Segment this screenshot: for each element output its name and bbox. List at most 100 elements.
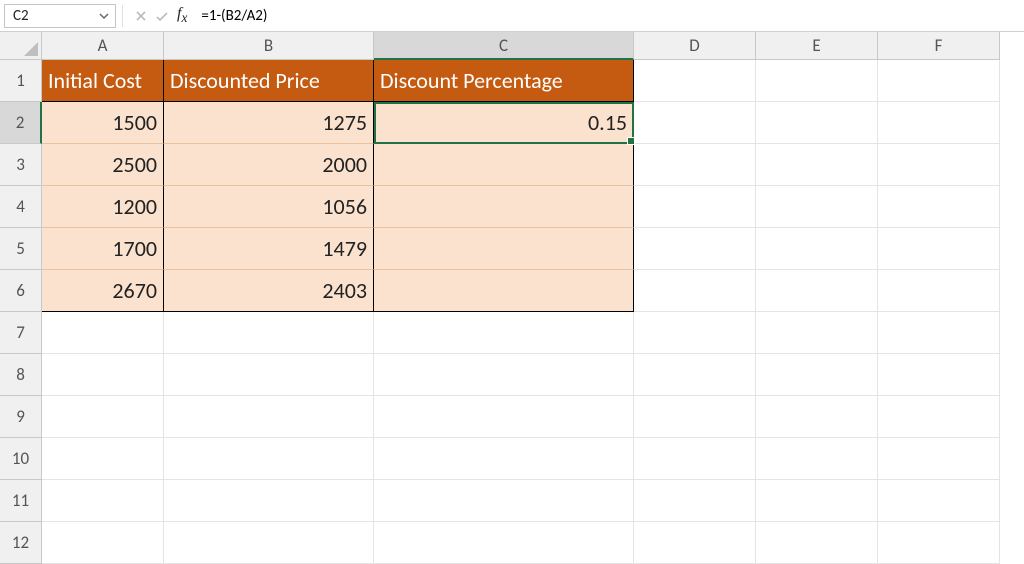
cell-E6[interactable] xyxy=(756,270,878,312)
cell-E5[interactable] xyxy=(756,228,878,270)
row-header-9[interactable]: 9 xyxy=(0,396,42,438)
select-all-icon xyxy=(24,42,38,56)
cell-A2[interactable]: 1500 xyxy=(42,102,164,144)
row-header-5[interactable]: 5 xyxy=(0,228,42,270)
cell-D6[interactable] xyxy=(634,270,756,312)
cell-F7[interactable] xyxy=(878,312,1000,354)
col-header-C[interactable]: C xyxy=(374,32,634,60)
cell-A6[interactable]: 2670 xyxy=(42,270,164,312)
cell-D5[interactable] xyxy=(634,228,756,270)
cell-E12[interactable] xyxy=(756,522,878,564)
cell-C10[interactable] xyxy=(374,438,634,480)
cell-F6[interactable] xyxy=(878,270,1000,312)
cell-C3[interactable] xyxy=(374,144,634,186)
row-header-2[interactable]: 2 xyxy=(0,102,42,144)
cell-B8[interactable] xyxy=(164,354,374,396)
cell-B2[interactable]: 1275 xyxy=(164,102,374,144)
name-box-value: C2 xyxy=(13,7,29,25)
cell-C8[interactable] xyxy=(374,354,634,396)
row-header-6[interactable]: 6 xyxy=(0,270,42,312)
cell-E10[interactable] xyxy=(756,438,878,480)
name-box[interactable]: C2 xyxy=(4,4,116,28)
cell-B6[interactable]: 2403 xyxy=(164,270,374,312)
cell-F11[interactable] xyxy=(878,480,1000,522)
cell-B1[interactable]: Discounted Price xyxy=(164,60,374,102)
cell-A7[interactable] xyxy=(42,312,164,354)
row-header-1[interactable]: 1 xyxy=(0,60,42,102)
cell-D9[interactable] xyxy=(634,396,756,438)
cell-C1[interactable]: Discount Percentage xyxy=(374,60,634,102)
cell-F1[interactable] xyxy=(878,60,1000,102)
cell-B3[interactable]: 2000 xyxy=(164,144,374,186)
cell-B4[interactable]: 1056 xyxy=(164,186,374,228)
cell-D8[interactable] xyxy=(634,354,756,396)
cell-F2[interactable] xyxy=(878,102,1000,144)
cell-D11[interactable] xyxy=(634,480,756,522)
row-header-12[interactable]: 12 xyxy=(0,522,42,564)
cell-E9[interactable] xyxy=(756,396,878,438)
cell-B7[interactable] xyxy=(164,312,374,354)
cell-C7[interactable] xyxy=(374,312,634,354)
row-header-7[interactable]: 7 xyxy=(0,312,42,354)
cell-E7[interactable] xyxy=(756,312,878,354)
cell-B9[interactable] xyxy=(164,396,374,438)
spreadsheet-grid[interactable]: A B C D E F 1 Initial Cost Discounted Pr… xyxy=(0,32,1024,564)
cell-F12[interactable] xyxy=(878,522,1000,564)
row-header-10[interactable]: 10 xyxy=(0,438,42,480)
cell-F5[interactable] xyxy=(878,228,1000,270)
cell-C4[interactable] xyxy=(374,186,634,228)
cell-C6[interactable] xyxy=(374,270,634,312)
row-header-8[interactable]: 8 xyxy=(0,354,42,396)
row-header-11[interactable]: 11 xyxy=(0,480,42,522)
cell-D3[interactable] xyxy=(634,144,756,186)
col-header-A[interactable]: A xyxy=(42,32,164,60)
chevron-down-icon xyxy=(99,11,109,21)
cell-E3[interactable] xyxy=(756,144,878,186)
cell-F8[interactable] xyxy=(878,354,1000,396)
cell-A5[interactable]: 1700 xyxy=(42,228,164,270)
enter-icon[interactable] xyxy=(155,10,169,22)
cell-A8[interactable] xyxy=(42,354,164,396)
formula-input[interactable] xyxy=(193,4,1020,28)
fx-icon[interactable]: fx xyxy=(177,5,187,26)
cell-A11[interactable] xyxy=(42,480,164,522)
cell-A3[interactable]: 2500 xyxy=(42,144,164,186)
cell-C12[interactable] xyxy=(374,522,634,564)
cell-D2[interactable] xyxy=(634,102,756,144)
cell-E4[interactable] xyxy=(756,186,878,228)
cell-C2[interactable]: 0.15 xyxy=(374,102,634,144)
row-header-4[interactable]: 4 xyxy=(0,186,42,228)
col-header-B[interactable]: B xyxy=(164,32,374,60)
cell-B12[interactable] xyxy=(164,522,374,564)
cell-E11[interactable] xyxy=(756,480,878,522)
cancel-icon[interactable] xyxy=(135,10,147,22)
cell-A9[interactable] xyxy=(42,396,164,438)
cell-A4[interactable]: 1200 xyxy=(42,186,164,228)
cell-D10[interactable] xyxy=(634,438,756,480)
cell-D4[interactable] xyxy=(634,186,756,228)
cell-D12[interactable] xyxy=(634,522,756,564)
cell-E2[interactable] xyxy=(756,102,878,144)
select-all-corner[interactable] xyxy=(0,32,42,60)
cell-F9[interactable] xyxy=(878,396,1000,438)
cell-D1[interactable] xyxy=(634,60,756,102)
cell-B11[interactable] xyxy=(164,480,374,522)
col-header-D[interactable]: D xyxy=(634,32,756,60)
cell-B5[interactable]: 1479 xyxy=(164,228,374,270)
cell-E1[interactable] xyxy=(756,60,878,102)
row-header-3[interactable]: 3 xyxy=(0,144,42,186)
cell-A10[interactable] xyxy=(42,438,164,480)
cell-C11[interactable] xyxy=(374,480,634,522)
cell-C9[interactable] xyxy=(374,396,634,438)
cell-C5[interactable] xyxy=(374,228,634,270)
cell-A1[interactable]: Initial Cost xyxy=(42,60,164,102)
cell-B10[interactable] xyxy=(164,438,374,480)
cell-D7[interactable] xyxy=(634,312,756,354)
cell-F4[interactable] xyxy=(878,186,1000,228)
col-header-F[interactable]: F xyxy=(878,32,1000,60)
cell-A12[interactable] xyxy=(42,522,164,564)
cell-F3[interactable] xyxy=(878,144,1000,186)
col-header-E[interactable]: E xyxy=(756,32,878,60)
cell-E8[interactable] xyxy=(756,354,878,396)
cell-F10[interactable] xyxy=(878,438,1000,480)
